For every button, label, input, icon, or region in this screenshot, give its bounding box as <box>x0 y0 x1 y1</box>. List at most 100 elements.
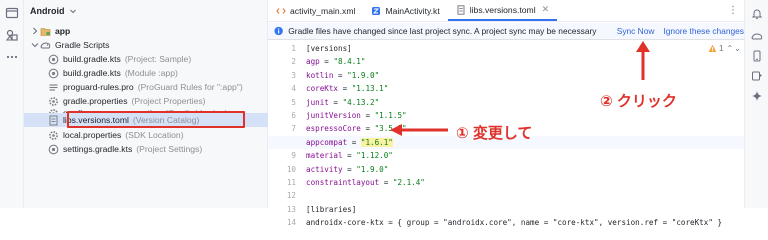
tree-item-proguard-rules[interactable]: proguard-rules.pro (ProGuard Rules for "… <box>24 80 268 94</box>
gradle-file-icon <box>48 54 59 64</box>
toml-value: "1.13.1" <box>351 84 389 94</box>
close-tab-icon[interactable]: ✕ <box>542 4 550 15</box>
sync-notification-banner: Gradle files have changed since last pro… <box>268 23 744 40</box>
toml-value: "1.9.0" <box>347 70 380 80</box>
toml-key: agp <box>306 57 320 67</box>
code-line: [libraries] <box>306 203 356 216</box>
banner-message: Gradle files have changed since last pro… <box>288 26 598 36</box>
tree-item-label: local.properties <box>63 130 122 140</box>
line-number: 1 <box>291 44 296 53</box>
left-tool-stripe <box>0 0 24 208</box>
tree-item-label: Gradle Scripts <box>55 40 110 50</box>
project-panel: Android app Gradle Scripts build.gradle.… <box>24 0 268 208</box>
code-line: agp = "8.4.1" <box>306 57 366 67</box>
toml-key: appcompat <box>306 137 348 147</box>
chevron-up-icon: ⌃ <box>726 44 734 53</box>
toml-value-edited: "1.6.1" <box>360 137 393 147</box>
toml-key: material <box>306 151 343 161</box>
tree-item-label: app <box>55 26 71 36</box>
code-line: junitVersion = "1.1.5" <box>306 111 407 120</box>
resource-manager-icon[interactable] <box>5 28 19 42</box>
toml-file-icon <box>457 4 465 15</box>
chevron-down-icon[interactable] <box>30 40 40 50</box>
highlight-box-libs-versions <box>67 111 245 128</box>
tab-mainactivity-kt[interactable]: MainActivity.kt <box>363 0 447 21</box>
tree-item-build-gradle-module[interactable]: build.gradle.kts (Module :app) <box>24 66 268 80</box>
tree-item-hint: (SDK Location) <box>125 130 184 140</box>
running-devices-icon[interactable] <box>751 70 763 82</box>
tree-item-hint: (ProGuard Rules for ":app") <box>137 82 243 92</box>
code-line: androidx-core-ktx = { group = "androidx.… <box>306 216 722 229</box>
toml-key: kotlin <box>306 70 334 80</box>
toml-key: junit <box>306 97 329 107</box>
line-number: 10 <box>286 164 296 174</box>
ignore-changes-link[interactable]: Ignore these changes <box>663 26 744 36</box>
warning-count: 1 <box>719 44 724 53</box>
code-line: junit = "4.13.2" <box>306 97 380 107</box>
more-vertical-icon[interactable]: ⋮ <box>728 5 738 16</box>
code-line: material = "1.12.0" <box>306 151 393 161</box>
project-view-title: Android <box>30 6 65 16</box>
code-line: espressoCore = "3.5.1" <box>306 124 407 134</box>
line-number: 12 <box>286 191 296 201</box>
tab-label: libs.versions.toml <box>469 4 536 15</box>
line-number: 9 <box>291 151 296 161</box>
tab-libs-versions-toml[interactable]: libs.versions.toml ✕ <box>447 0 558 21</box>
project-view-selector[interactable]: Android <box>24 0 267 22</box>
line-number: 7 <box>291 124 296 134</box>
line-number: 2 <box>291 57 296 67</box>
toml-value: "3.5.1" <box>374 124 407 134</box>
line-number: 4 <box>291 84 296 94</box>
tree-item-build-gradle-project[interactable]: build.gradle.kts (Project: Sample) <box>24 52 268 66</box>
gradle-file-icon <box>48 68 59 78</box>
toml-value: "1.12.0" <box>356 151 393 161</box>
xml-file-icon <box>276 7 286 14</box>
notifications-icon[interactable] <box>751 8 763 20</box>
tree-item-settings-gradle[interactable]: settings.gradle.kts (Project Settings) <box>24 142 268 156</box>
tree-item-app[interactable]: app <box>24 24 268 38</box>
line-number: 11 <box>286 178 296 187</box>
annotation-click: ② クリック <box>600 93 677 110</box>
tree-item-label: proguard-rules.pro <box>63 82 134 92</box>
line-number: 14 <box>286 218 296 228</box>
sync-now-link[interactable]: Sync Now <box>617 26 655 36</box>
project-folder-icon[interactable] <box>5 6 19 20</box>
tree-item-hint: (Project: Sample) <box>124 54 192 64</box>
code-line: coreKtx = "1.13.1" <box>306 84 389 94</box>
more-tools-icon[interactable] <box>5 50 19 64</box>
tree-item-label: gradle.properties <box>63 96 128 106</box>
tab-overflow-menu[interactable]: ⋮ <box>728 0 744 21</box>
editor-tab-bar: activity_main.xml MainActivity.kt libs.v… <box>268 0 744 22</box>
annotation-change: ① 変更して <box>456 125 533 142</box>
tab-activity-main-xml[interactable]: activity_main.xml <box>268 0 363 21</box>
gear-file-icon <box>49 130 58 140</box>
line-number: 6 <box>291 111 296 120</box>
toml-value: "8.4.1" <box>333 57 366 67</box>
line-number: 3 <box>291 70 296 80</box>
toml-key: constraintlayout <box>306 178 380 187</box>
line-number: 5 <box>291 97 296 107</box>
tree-item-hint: (Module :app) <box>124 68 178 78</box>
gemini-icon[interactable] <box>751 90 763 102</box>
tree-item-gradle-scripts[interactable]: Gradle Scripts <box>24 38 268 52</box>
tree-item-hint: (Project Properties) <box>131 96 206 106</box>
toml-file-icon <box>49 115 58 125</box>
inspection-warnings[interactable]: 1 ⌃ ⌄ <box>708 44 741 53</box>
right-tool-stripe <box>744 0 768 208</box>
line-number-gutter: 1 2 3 4 5 6 7 8 9 10 11 12 13 14 <box>268 40 304 227</box>
chevron-right-icon[interactable] <box>30 26 40 36</box>
gradle-tool-icon[interactable] <box>751 30 763 42</box>
chevron-down-icon: ⌄ <box>734 44 741 53</box>
gear-file-icon <box>49 96 58 106</box>
code-line: [versions] <box>306 42 352 55</box>
code-line: activity = "1.9.0" <box>306 164 389 174</box>
gradle-scripts-icon <box>40 42 51 48</box>
toml-value: "2.1.4" <box>392 178 425 187</box>
code-line: constraintlayout = "2.1.4" <box>306 178 425 187</box>
text-file-icon <box>49 83 58 91</box>
info-icon <box>274 26 283 36</box>
tree-item-local-properties[interactable]: local.properties (SDK Location) <box>24 128 268 142</box>
device-manager-icon[interactable] <box>751 50 763 62</box>
section-header: [versions] <box>306 44 352 53</box>
toml-key: junitVersion <box>306 111 361 120</box>
